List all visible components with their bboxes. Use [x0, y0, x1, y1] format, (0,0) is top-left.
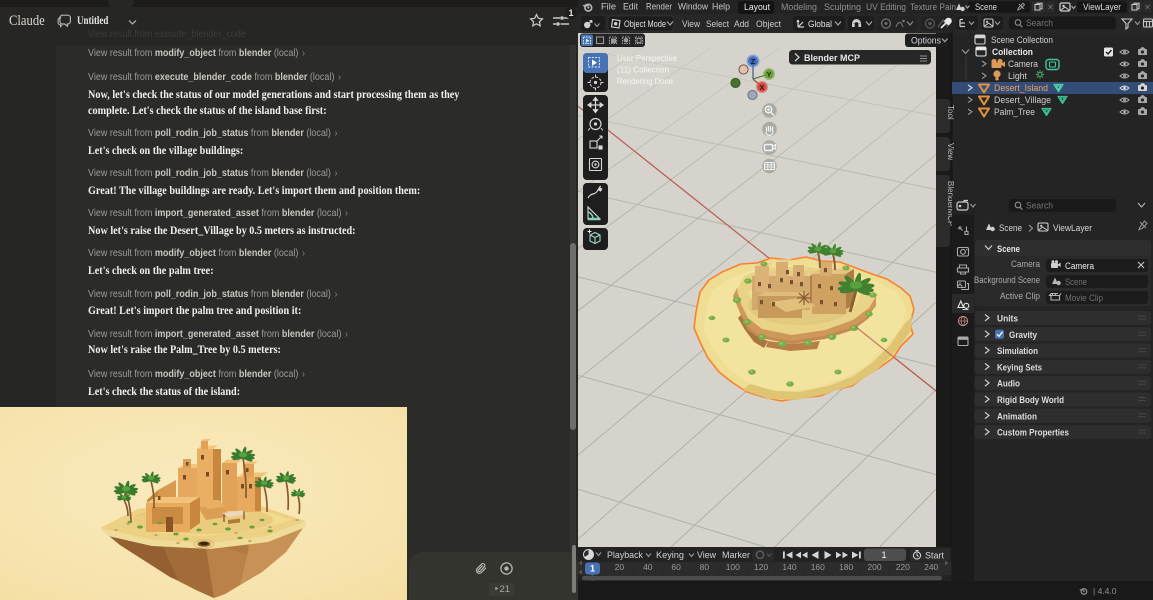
svg-text:View: View	[946, 143, 955, 160]
svg-text:Light: Light	[1008, 71, 1027, 81]
svg-text:120: 120	[754, 562, 768, 572]
svg-text:Simulation: Simulation	[997, 346, 1038, 356]
svg-text:X: X	[760, 85, 765, 92]
svg-text:Camera: Camera	[1065, 261, 1094, 271]
svg-text:80: 80	[700, 562, 710, 572]
svg-text:Palm_Tree: Palm_Tree	[994, 107, 1035, 117]
svg-text:Options: Options	[911, 36, 941, 46]
svg-text:Object Mode: Object Mode	[624, 19, 666, 29]
svg-text:Texture Pain: Texture Pain	[910, 2, 956, 12]
svg-text:Gravity: Gravity	[1009, 330, 1037, 340]
svg-text:40: 40	[643, 562, 653, 572]
svg-text:UV Editing: UV Editing	[866, 2, 906, 12]
svg-text:180: 180	[839, 562, 853, 572]
svg-text:20: 20	[615, 562, 625, 572]
svg-text:Movie Clip: Movie Clip	[1065, 293, 1103, 303]
svg-text:| 4.4.0: | 4.4.0	[1093, 586, 1117, 596]
svg-text:Object: Object	[756, 19, 781, 29]
svg-text:Search: Search	[1026, 18, 1053, 28]
svg-text:View: View	[697, 550, 716, 560]
svg-text:ViewLayer: ViewLayer	[1083, 2, 1121, 12]
svg-text:Camera: Camera	[1011, 259, 1040, 269]
svg-text:60: 60	[671, 562, 681, 572]
svg-text:Active Clip: Active Clip	[1000, 291, 1040, 301]
svg-text:Marker: Marker	[722, 550, 750, 560]
svg-text:Sculpting: Sculpting	[824, 2, 861, 12]
svg-text:Search: Search	[1026, 201, 1053, 211]
svg-text:Global: Global	[808, 19, 832, 29]
svg-text:Units: Units	[997, 314, 1018, 324]
svg-text:Tool: Tool	[946, 105, 955, 120]
svg-text:Layout: Layout	[744, 2, 770, 12]
svg-text:File: File	[601, 2, 616, 12]
svg-text:Y: Y	[767, 72, 772, 79]
svg-text:Scene: Scene	[997, 244, 1020, 254]
svg-text:Z: Z	[751, 59, 756, 66]
svg-text:Select: Select	[706, 19, 729, 29]
svg-text:Animation: Animation	[997, 411, 1037, 421]
svg-text:240: 240	[924, 562, 938, 572]
svg-text:Rigid Body World: Rigid Body World	[997, 395, 1064, 405]
svg-text:220: 220	[896, 562, 910, 572]
svg-text:Rendering Done: Rendering Done	[617, 76, 673, 86]
svg-text:Desert_Island: Desert_Island	[994, 83, 1048, 93]
svg-text:Modeling: Modeling	[781, 2, 817, 12]
svg-text:Add: Add	[734, 19, 749, 29]
svg-text:Help: Help	[712, 2, 730, 12]
svg-text:Playback: Playback	[607, 550, 643, 560]
svg-text:Window: Window	[678, 2, 708, 12]
svg-text:Start: Start	[925, 551, 944, 561]
svg-text:1: 1	[590, 564, 595, 574]
svg-text:Desert_Village: Desert_Village	[994, 95, 1051, 105]
svg-text:Scene: Scene	[975, 2, 997, 12]
svg-text:Keying: Keying	[656, 550, 684, 560]
svg-text:Render: Render	[646, 2, 672, 12]
svg-text:Background Scene: Background Scene	[974, 275, 1040, 285]
svg-text:200: 200	[867, 562, 881, 572]
svg-text:Keying Sets: Keying Sets	[997, 362, 1042, 372]
svg-text:Camera: Camera	[1008, 59, 1038, 69]
svg-text:View: View	[682, 19, 700, 29]
svg-text:Scene Collection: Scene Collection	[991, 35, 1053, 45]
svg-text:Collection: Collection	[992, 47, 1033, 57]
svg-text:ViewLayer: ViewLayer	[1053, 223, 1092, 233]
svg-text:1: 1	[881, 550, 886, 561]
svg-text:User Perspective: User Perspective	[617, 53, 677, 63]
svg-text:Edit: Edit	[623, 2, 638, 12]
svg-text:160: 160	[811, 562, 825, 572]
svg-text:Blender MCP: Blender MCP	[804, 53, 860, 63]
svg-text:140: 140	[782, 562, 796, 572]
svg-text:Scene: Scene	[1065, 277, 1087, 287]
svg-text:(11) Collection: (11) Collection	[617, 65, 669, 75]
svg-text:Custom Properties: Custom Properties	[997, 428, 1069, 438]
svg-text:100: 100	[726, 562, 740, 572]
svg-text:Scene: Scene	[999, 223, 1022, 233]
svg-text:Audio: Audio	[997, 379, 1020, 389]
